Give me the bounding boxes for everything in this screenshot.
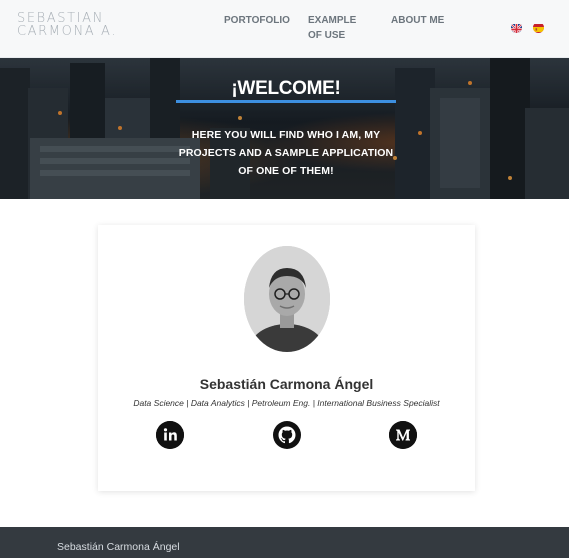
nav-link-portfolio[interactable]: PORTOFOLIO	[224, 13, 290, 28]
spain-flag-icon[interactable]	[533, 22, 544, 33]
uk-flag-icon[interactable]	[511, 22, 522, 33]
github-icon[interactable]	[273, 421, 301, 449]
medium-icon[interactable]	[389, 421, 417, 449]
site-logo[interactable]: SEBASTIAN CARMONA A.	[17, 12, 121, 38]
site-footer: Sebastián Carmona Ángel	[0, 527, 569, 558]
avatar	[244, 246, 330, 352]
nav-link-about-me[interactable]: ABOUT ME	[391, 13, 444, 28]
hero-title-underline	[176, 100, 396, 103]
profile-tagline: Data Science | Data Analytics | Petroleu…	[133, 398, 440, 408]
logo-line-2: CARMONA A.	[17, 24, 117, 39]
linkedin-icon[interactable]	[156, 421, 184, 449]
hero-title: ¡WELCOME!	[231, 78, 341, 99]
profile-card: Sebastián Carmona Ángel Data Science | D…	[98, 225, 475, 491]
hero-description: HERE YOU WILL FIND WHO I AM, MY PROJECTS…	[178, 129, 394, 177]
profile-name: Sebastián Carmona Ángel	[199, 376, 374, 392]
hero-banner: ¡WELCOME! HERE YOU WILL FIND WHO I AM, M…	[0, 58, 569, 199]
top-navbar: SEBASTIAN CARMONA A. PORTOFOLIO EXAMPLE …	[0, 0, 569, 58]
footer-copyright: Sebastián Carmona Ángel	[57, 541, 180, 553]
nav-link-example-of-use[interactable]: EXAMPLE OF USE	[308, 13, 368, 43]
